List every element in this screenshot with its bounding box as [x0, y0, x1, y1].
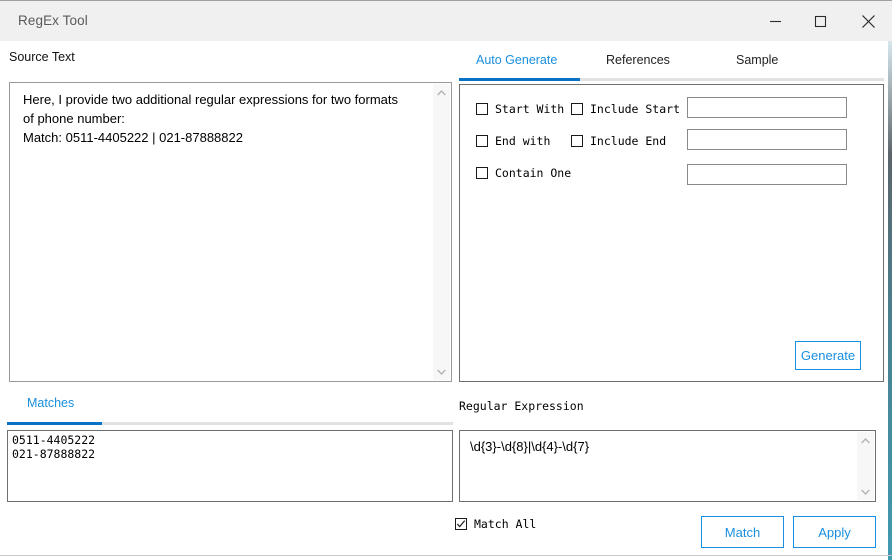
matches-underline-active [7, 422, 102, 425]
regular-expression-value: \d{3}-\d{8}|\d{4}-\d{7} [470, 439, 590, 454]
checkbox-end-with[interactable] [476, 135, 488, 147]
matches-list[interactable]: 0511-4405222 021-87888822 [7, 430, 453, 502]
tab-matches[interactable]: Matches [27, 396, 74, 410]
regex-scrollbar[interactable] [857, 432, 874, 500]
checkbox-row-include-start[interactable]: Include Start [571, 102, 680, 116]
checkbox-include-end[interactable] [571, 135, 583, 147]
checkbox-label-include-end: Include End [590, 134, 667, 148]
start-value-input[interactable] [687, 97, 847, 118]
minimize-icon [769, 15, 782, 28]
checkbox-label-include-start: Include Start [590, 102, 681, 116]
checkbox-row-include-end[interactable]: Include End [571, 134, 666, 148]
window-title: RegEx Tool [18, 13, 88, 28]
end-value-input[interactable] [687, 129, 847, 150]
minimize-button[interactable] [752, 1, 798, 41]
source-text-label: Source Text [9, 50, 75, 64]
auto-generate-panel: Start With Include Start End with Includ… [459, 84, 884, 382]
contain-value-input[interactable] [687, 164, 847, 185]
checkbox-contain-one[interactable] [476, 167, 488, 179]
bottom-divider [0, 555, 892, 556]
checkbox-row-contain-one[interactable]: Contain One [476, 166, 571, 180]
maximize-icon [814, 15, 827, 28]
checkbox-match-all[interactable] [455, 518, 467, 530]
close-button[interactable] [845, 1, 891, 41]
scroll-up-icon[interactable] [433, 84, 450, 101]
checkbox-row-end-with[interactable]: End with [476, 134, 550, 148]
checkbox-row-start-with[interactable]: Start With [476, 102, 564, 116]
checkbox-row-match-all[interactable]: Match All [455, 517, 536, 531]
tab-auto-generate[interactable]: Auto Generate [476, 53, 557, 67]
scroll-down-icon[interactable] [433, 363, 450, 380]
source-text-input[interactable]: Here, I provide two additional regular e… [9, 82, 452, 382]
source-text-scrollbar[interactable] [433, 84, 450, 380]
maximize-button[interactable] [797, 1, 843, 41]
source-text-value: Here, I provide two additional regular e… [23, 92, 399, 145]
tab-references[interactable]: References [606, 53, 670, 67]
regular-expression-input[interactable]: \d{3}-\d{8}|\d{4}-\d{7} [459, 430, 876, 502]
matches-tabstrip: Matches [7, 396, 453, 429]
right-tabstrip: Auto Generate References Sample [459, 53, 884, 86]
checkbox-include-start[interactable] [571, 103, 583, 115]
tab-sample[interactable]: Sample [736, 53, 778, 67]
regex-tool-window: RegEx Tool Source Text Here, I provide t… [0, 0, 892, 560]
checkbox-label-match-all: Match All [474, 517, 537, 531]
checkbox-label-start-with: Start With [495, 102, 565, 116]
title-bar: RegEx Tool [0, 0, 892, 41]
regular-expression-label: Regular Expression [459, 399, 584, 413]
check-icon [456, 520, 466, 528]
checkbox-start-with[interactable] [476, 103, 488, 115]
tab-underline-active [459, 78, 580, 81]
matches-items: 0511-4405222 021-87888822 [12, 433, 96, 461]
generate-button[interactable]: Generate [795, 341, 861, 370]
close-icon [861, 14, 876, 29]
regex-scroll-down-icon[interactable] [857, 483, 874, 500]
window-edge-strip [888, 41, 892, 560]
apply-button[interactable]: Apply [793, 516, 876, 548]
checkbox-label-end-with: End with [495, 134, 551, 148]
regex-scroll-up-icon[interactable] [857, 432, 874, 449]
match-button[interactable]: Match [701, 516, 784, 548]
checkbox-label-contain-one: Contain One [495, 166, 572, 180]
